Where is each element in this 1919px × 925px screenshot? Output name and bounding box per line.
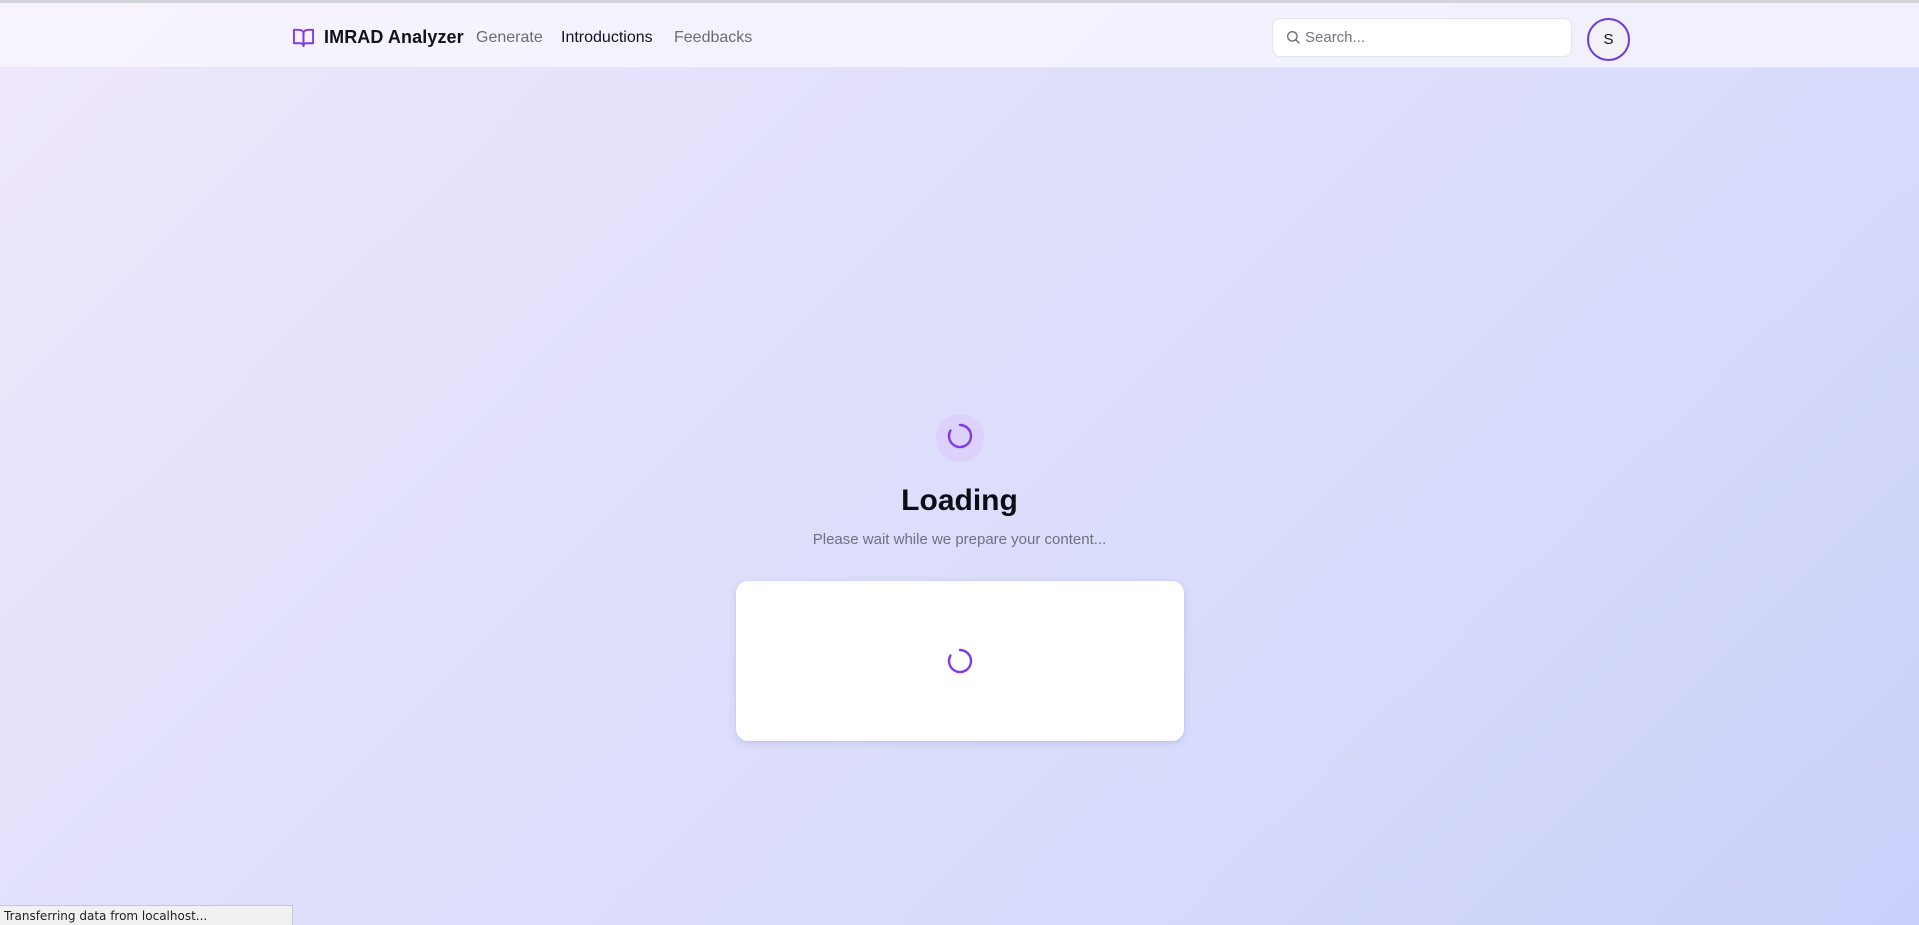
search-box <box>1272 18 1572 57</box>
nav-link-generate[interactable]: Generate <box>476 29 543 47</box>
search-input[interactable] <box>1305 22 1560 53</box>
nav-link-feedbacks[interactable]: Feedbacks <box>674 29 752 47</box>
avatar-initial: S <box>1603 31 1614 48</box>
top-navbar: IMRAD Analyzer Generate Introductions Fe… <box>0 3 1919 68</box>
spinner-icon <box>945 421 975 456</box>
user-avatar[interactable]: S <box>1587 18 1630 61</box>
book-open-icon <box>291 26 316 49</box>
loading-icon-badge <box>936 414 984 462</box>
brand[interactable]: IMRAD Analyzer <box>291 24 464 50</box>
loading-subtitle: Please wait while we prepare your conten… <box>812 531 1107 548</box>
nav-link-introductions[interactable]: Introductions <box>561 29 653 47</box>
brand-name: IMRAD Analyzer <box>324 26 464 47</box>
loading-title: Loading <box>901 484 1018 517</box>
loading-card <box>736 581 1184 741</box>
browser-status-bar: Transferring data from localhost... <box>0 905 293 925</box>
